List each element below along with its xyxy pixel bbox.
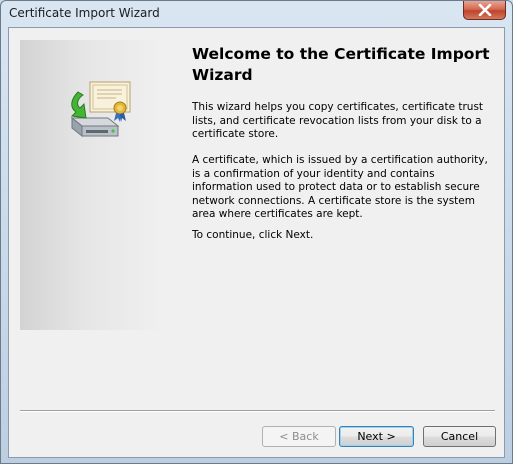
close-button[interactable]: [463, 1, 506, 20]
continue-instruction: To continue, click Next.: [192, 229, 314, 241]
page-title: Welcome to the Certificate Import Wizard: [192, 45, 490, 84]
wizard-side-panel: [20, 40, 166, 330]
window-title: Certificate Import Wizard: [9, 6, 160, 20]
title-bar[interactable]: Certificate Import Wizard: [1, 1, 512, 27]
close-icon: [478, 4, 492, 16]
button-separator: [20, 410, 495, 412]
certificate-description-paragraph: A certificate, which is issued by a cert…: [192, 154, 488, 220]
wizard-client-area: Welcome to the Certificate Import Wizard…: [8, 27, 505, 458]
back-button[interactable]: < Back: [262, 426, 336, 447]
certificate-import-icon: [70, 81, 131, 138]
intro-paragraph: This wizard helps you copy certificates,…: [192, 101, 484, 140]
next-button[interactable]: Next >: [339, 426, 414, 447]
cancel-button[interactable]: Cancel: [423, 426, 496, 447]
wizard-window: Certificate Import Wizard Welcome to the…: [0, 0, 513, 464]
